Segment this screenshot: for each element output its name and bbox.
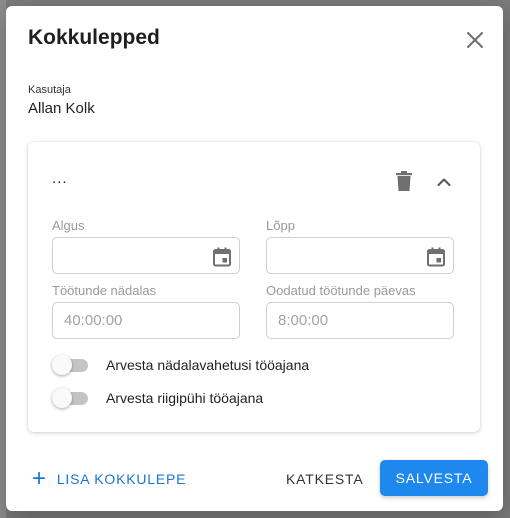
weekly-hours-label: Töötunde nädalas: [52, 283, 157, 298]
daily-hours-label: Oodatud töötunde päevas: [266, 283, 416, 298]
user-label: Kasutaja: [28, 84, 71, 96]
chevron-up-icon[interactable]: [434, 172, 454, 192]
weekends-toggle[interactable]: [52, 355, 90, 375]
end-date-label: Lõpp: [266, 218, 295, 233]
start-date-field: [52, 237, 240, 274]
dialog-title: Kokkulepped: [28, 26, 160, 49]
save-button[interactable]: SALVESTA: [380, 460, 488, 496]
calendar-icon[interactable]: [426, 247, 446, 267]
trash-icon[interactable]: [394, 170, 414, 192]
cancel-button[interactable]: KATKESTA: [286, 468, 363, 490]
plus-icon: +: [32, 465, 47, 492]
holidays-toggle[interactable]: [52, 388, 90, 408]
close-icon[interactable]: [463, 28, 487, 52]
end-date-field: [266, 237, 454, 274]
agreements-dialog: Kokkulepped Kasutaja Allan Kolk ... Algu…: [6, 6, 503, 511]
weekly-hours-input[interactable]: [53, 303, 239, 338]
agreement-card: ... Algus Lõpp Töötunde nädalas 40:00:00…: [28, 142, 480, 432]
add-agreement-button[interactable]: + LISA KOKKULEPE: [32, 465, 187, 492]
start-date-label: Algus: [52, 218, 85, 233]
weekends-toggle-label: Arvesta nädalavahetusi tööajana: [106, 357, 310, 373]
weekly-hours-field: [52, 302, 240, 339]
daily-hours-field: [266, 302, 454, 339]
add-agreement-label: LISA KOKKULEPE: [56, 471, 187, 487]
holidays-toggle-label: Arvesta riigipühi tööajana: [106, 390, 264, 406]
calendar-icon[interactable]: [212, 247, 232, 267]
agreement-name: ...: [52, 170, 68, 187]
daily-hours-input[interactable]: [267, 303, 453, 338]
user-value: Allan Kolk: [28, 100, 95, 117]
